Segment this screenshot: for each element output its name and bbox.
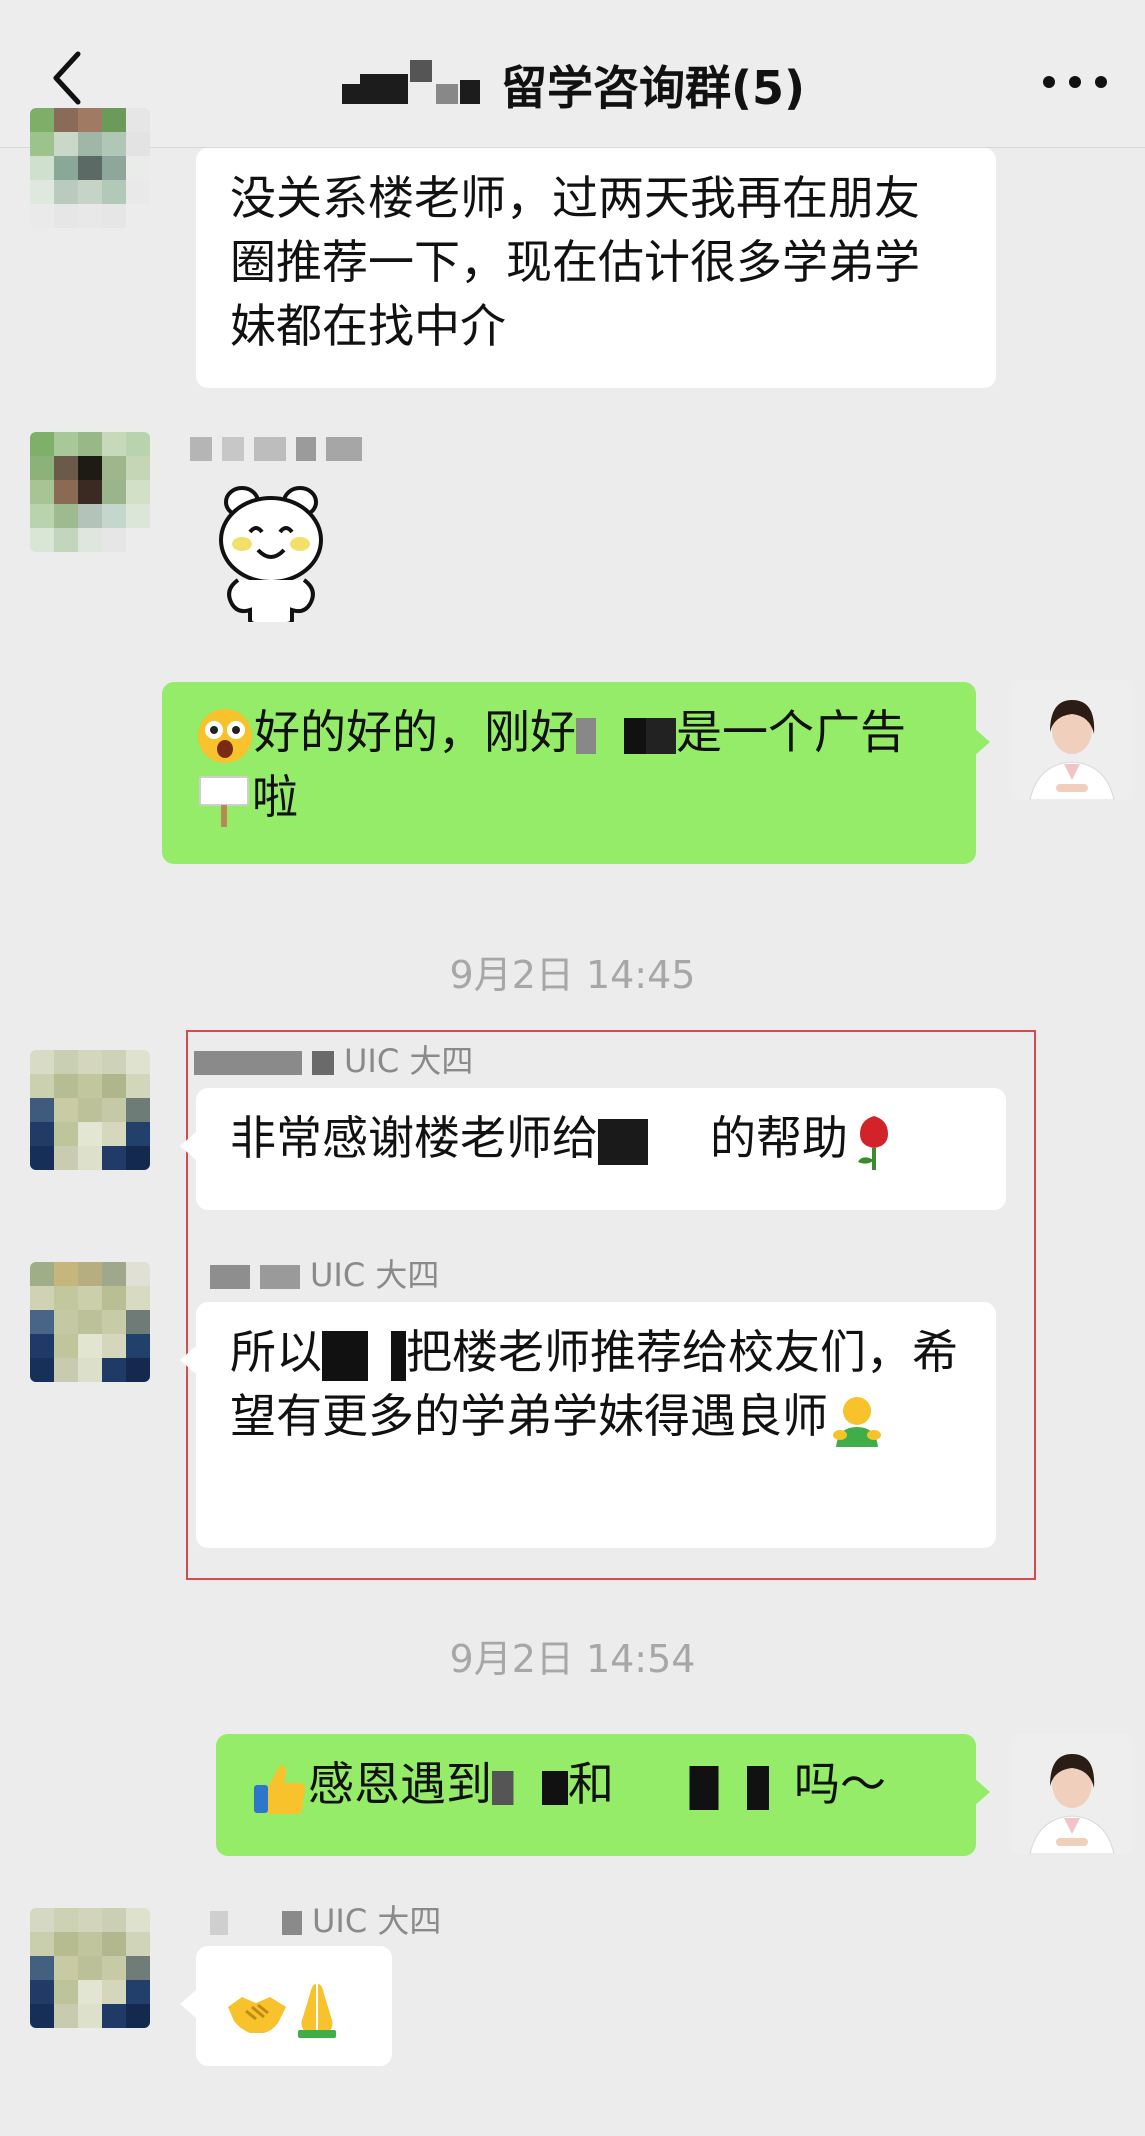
message-bubble[interactable]: 感恩遇到 和 吗～ bbox=[216, 1734, 976, 1856]
redacted-text bbox=[322, 1330, 406, 1381]
avatar[interactable] bbox=[30, 432, 150, 552]
avatar[interactable] bbox=[30, 1262, 150, 1382]
avatar[interactable] bbox=[30, 1050, 150, 1170]
bear-sticker[interactable] bbox=[212, 484, 330, 622]
chat-title-container: 留学咨询群(5) bbox=[0, 52, 1145, 118]
message-text: 非常感谢楼老师给 bbox=[230, 1111, 598, 1165]
message-text: 和 bbox=[568, 1757, 614, 1811]
redacted-text bbox=[576, 717, 676, 754]
bubble-tail bbox=[180, 1132, 196, 1160]
message-bubble[interactable]: 好的好的，刚好 是一个广告 啦 bbox=[162, 682, 976, 864]
message-text: 没关系楼老师，过两天我再在朋友圈推荐一下，现在估计很多学弟学妹都在找中介 bbox=[230, 171, 920, 353]
thumbs-up-emoji-icon bbox=[254, 1764, 306, 1814]
avatar-self[interactable] bbox=[1012, 680, 1132, 800]
redacted-text bbox=[614, 1765, 794, 1810]
redacted-text bbox=[598, 1118, 648, 1165]
message-text: 感恩遇到 bbox=[308, 1757, 492, 1811]
sender-name: UIC 大四 bbox=[210, 1896, 441, 1942]
bubble-tail bbox=[974, 1778, 990, 1806]
message-text: 吗～ bbox=[794, 1757, 886, 1811]
timestamp: 9月2日 14:54 bbox=[449, 1637, 696, 1681]
sender-name: UIC 大四 bbox=[194, 1036, 473, 1082]
message-text: 所以 bbox=[230, 1325, 322, 1379]
avatar[interactable] bbox=[30, 1908, 150, 2028]
message-bubble[interactable]: 没关系楼老师，过两天我再在朋友圈推荐一下，现在估计很多学弟学妹都在找中介 bbox=[196, 148, 996, 388]
message-text: 好的好的，刚好 bbox=[254, 705, 576, 759]
chat-title: 留学咨询群(5) bbox=[501, 61, 806, 115]
handshake-emoji-icon bbox=[228, 1996, 286, 2033]
message-bubble[interactable] bbox=[196, 1946, 392, 2066]
sender-name: UIC 大四 bbox=[210, 1250, 439, 1296]
message-bubble[interactable]: 非常感谢楼老师给 的帮助 bbox=[196, 1088, 1006, 1210]
rose-emoji-icon bbox=[858, 1115, 888, 1170]
timestamp: 9月2日 14:45 bbox=[449, 953, 696, 997]
message-text: 啦 bbox=[252, 769, 298, 824]
sign-board-emoji-icon bbox=[199, 776, 249, 827]
sender-name bbox=[190, 428, 372, 466]
hugging-person-emoji-icon bbox=[833, 1396, 881, 1447]
bubble-tail bbox=[974, 728, 990, 756]
chat-header: 留学咨询群(5) bbox=[0, 0, 1145, 148]
message-text: 的帮助 bbox=[710, 1111, 848, 1165]
avatar[interactable] bbox=[30, 108, 150, 228]
message-bubble[interactable]: 所以 把楼老师推荐给校友们，希望有更多的学弟学妹得遇良师 bbox=[196, 1302, 996, 1548]
avatar-self[interactable] bbox=[1012, 1734, 1132, 1854]
redacted-text bbox=[492, 1770, 568, 1805]
bubble-tail bbox=[180, 1990, 196, 2018]
more-dots-icon[interactable] bbox=[1039, 62, 1111, 102]
bubble-tail bbox=[180, 1346, 196, 1374]
message-text: 是一个广告 bbox=[676, 705, 906, 759]
starstruck-emoji-icon bbox=[198, 708, 252, 763]
folded-hands-emoji-icon bbox=[298, 1983, 336, 2038]
redacted-group-name bbox=[340, 60, 490, 110]
